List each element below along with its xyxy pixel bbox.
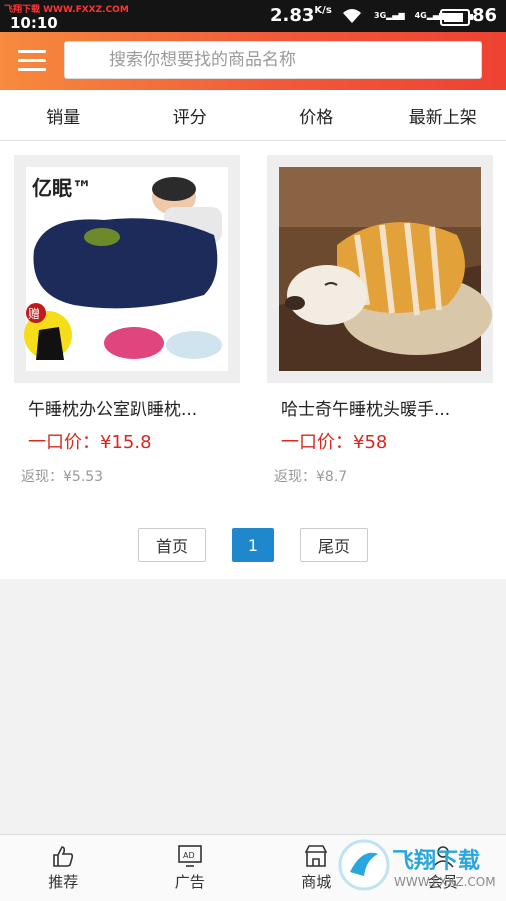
product-rebate: 返现：¥5.53	[14, 466, 240, 486]
product-rebate: 返现：¥8.7	[267, 466, 493, 486]
watermark-logo: 飞翔下载 WWW.FXXZ.COM	[336, 838, 496, 892]
sort-by-sales[interactable]: 销量	[0, 90, 127, 140]
gift-badge: 赠	[28, 307, 40, 321]
nav-recommend[interactable]: 推荐	[0, 835, 127, 901]
product-image[interactable]	[267, 155, 493, 383]
store-icon	[303, 844, 329, 868]
svg-text:AD: AD	[183, 851, 195, 860]
sort-by-newest[interactable]: 最新上架	[380, 90, 506, 140]
menu-icon[interactable]	[18, 48, 46, 74]
first-page-button[interactable]: 首页	[138, 528, 206, 562]
svg-text:WWW.FXXZ.COM: WWW.FXXZ.COM	[394, 875, 496, 889]
battery-icon	[440, 9, 470, 26]
wifi-icon	[340, 6, 364, 24]
sort-bar: 销量 评分 价格 最新上架	[0, 90, 506, 141]
battery-level: 86	[472, 5, 497, 26]
product-card[interactable]: 哈士奇午睡枕头暖手... 一口价：¥58 返现：¥8.7	[267, 155, 493, 486]
signal-3g-icon: 3G▂▄▆	[374, 11, 405, 20]
product-price: 一口价：¥15.8	[14, 428, 240, 454]
signal-icons: 3G▂▄▆ 4G▂▄▆	[340, 6, 445, 24]
network-speed: 2.83K/s	[270, 5, 332, 26]
nav-recommend-label: 推荐	[48, 871, 78, 892]
product-price: 一口价：¥58	[267, 428, 493, 454]
status-time: 10:10	[10, 14, 58, 32]
nav-ads[interactable]: AD 广告	[127, 835, 254, 901]
product-title[interactable]: 午睡枕办公室趴睡枕...	[14, 395, 240, 420]
battery-fill	[444, 13, 463, 22]
search-input[interactable]	[65, 49, 481, 71]
product-title[interactable]: 哈士奇午睡枕头暖手...	[267, 395, 493, 420]
svg-text:飞翔下载: 飞翔下载	[392, 848, 480, 874]
product-image[interactable]: 亿眠™ 赠	[14, 155, 240, 383]
brand-logo: 亿眠™	[32, 176, 92, 200]
search-box[interactable]	[64, 41, 482, 79]
app-header	[0, 32, 506, 90]
ad-icon: AD	[177, 844, 203, 868]
sort-by-rating[interactable]: 评分	[127, 90, 254, 140]
thumbs-up-icon	[50, 844, 76, 868]
nav-ads-label: 广告	[175, 871, 205, 892]
nav-mall-label: 商城	[301, 871, 331, 892]
product-card[interactable]: 亿眠™ 赠 午睡枕办公室趴睡枕... 一口价：¥15.8 返现：¥5.53	[14, 155, 240, 486]
status-bar: 飞翔下载 WWW.FXXZ.COM 10:10 2.83K/s 3G▂▄▆ 4G…	[0, 0, 506, 32]
product-list: 亿眠™ 赠 午睡枕办公室趴睡枕... 一口价：¥15.8 返现：¥5.53	[0, 141, 506, 579]
pagination: 首页 1 尾页	[0, 528, 506, 564]
current-page-button[interactable]: 1	[232, 528, 274, 562]
sort-by-price[interactable]: 价格	[253, 90, 380, 140]
last-page-button[interactable]: 尾页	[300, 528, 368, 562]
